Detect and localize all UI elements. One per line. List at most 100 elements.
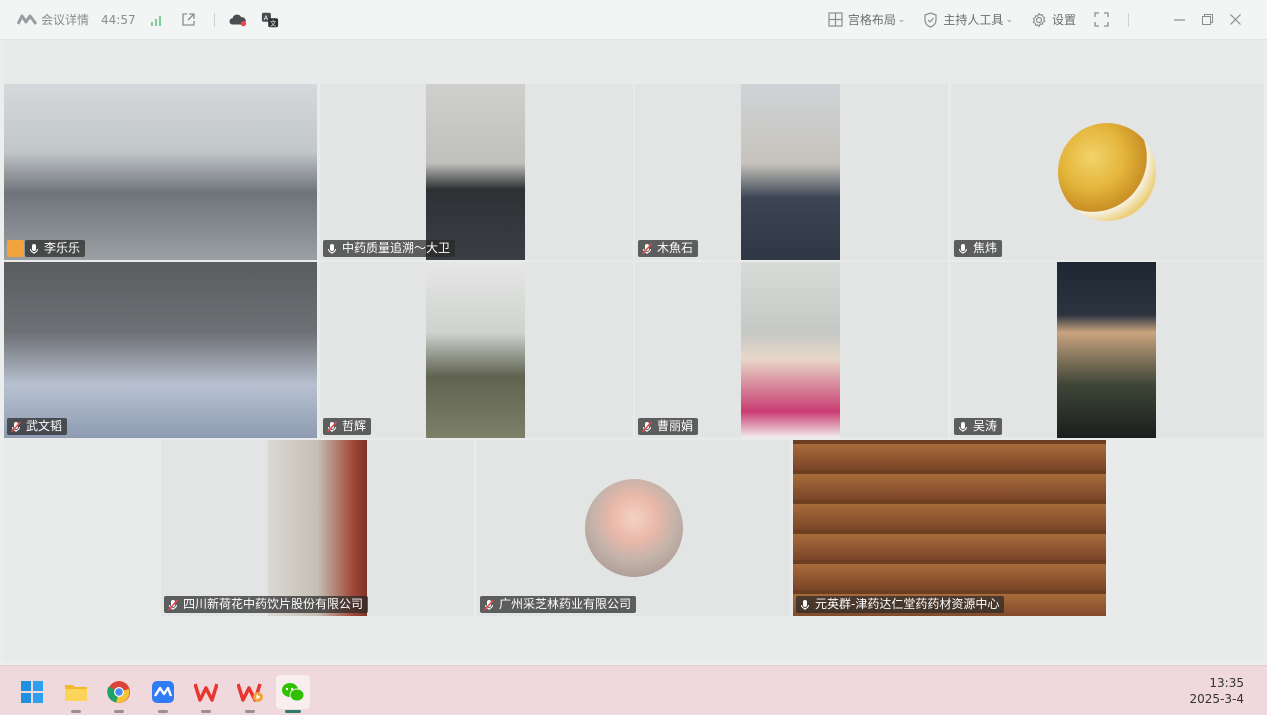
participant-name: 中药质量追溯～大卫 [342,241,451,255]
wps-icon [194,683,218,702]
chevron-down-icon: ⌄ [897,14,906,25]
meeting-timer: 44:57 [101,12,136,27]
start-button[interactable] [15,675,49,709]
participant-name: 四川新荷花中药饮片股份有限公司 [183,597,364,611]
participant-name: 木魚石 [657,241,694,255]
wps-video-icon [237,683,263,702]
conference-room-video [4,84,317,260]
tencent-meeting-button[interactable] [146,675,180,713]
participant-name: 广州采芝林药业有限公司 [499,597,632,611]
running-indicator [285,710,301,713]
participant-nametag: 木魚石 [638,240,699,257]
shield-check-icon [924,11,938,28]
participant-nametag: 吴涛 [954,418,1003,435]
participant-video [426,84,525,260]
participant-name: 元英群-津药达仁堂药药材资源中心 [815,597,1000,611]
participant-tile-zhehui[interactable]: 哲辉 [320,262,633,438]
grid-layout-icon [828,12,843,27]
divider [1128,12,1129,27]
share-external-icon[interactable] [180,11,198,29]
participant-video [741,84,840,260]
participant-video [4,262,317,438]
settings-label: 设置 [1051,13,1076,27]
participant-tile-lilele[interactable]: 李乐乐 [4,84,317,260]
fullscreen-icon [1094,12,1109,27]
wechat-button[interactable] [276,675,310,713]
host-tools-button[interactable]: 主持人工具 ⌄ [923,11,1013,28]
close-button[interactable] [1221,10,1249,30]
participant-nametag: 曹丽娟 [638,418,699,435]
participant-nametag: 武文韬 [7,418,68,435]
svg-text:文: 文 [270,18,277,27]
participant-tile-guangzhou-caizhilin[interactable]: 广州采芝林药业有限公司 [477,440,790,616]
transcription-icon[interactable]: A文 [261,11,279,29]
participant-nametag: 中药质量追溯～大卫 [323,240,456,257]
microphone-icon [30,243,38,254]
grid-layout-label: 宫格布局 [847,13,896,27]
minimize-button[interactable] [1165,10,1193,30]
microphone-icon [328,243,336,254]
restore-icon [1201,14,1213,25]
microphone-muted-icon [641,242,653,255]
wps-video-button[interactable] [233,675,267,713]
video-grid: 李乐乐 中药质量追溯～大卫 木魚石 焦炜 武文韬 哲辉 曹丽娟 吴涛 四川新荷花… [4,41,1264,661]
title-bar: 会议详情 44:57 A文 宫格布局 ⌄ 主持人工具 ⌄ 设置 [0,0,1267,40]
ginkgo-avatar [1058,123,1156,221]
participant-name: 哲辉 [342,419,367,433]
participant-name: 焦炜 [973,241,998,255]
participant-tile-caolijuan[interactable]: 曹丽娟 [635,262,948,438]
microphone-muted-icon [483,598,495,611]
participant-nametag: 焦炜 [954,240,1003,257]
chrome-icon [107,681,130,703]
system-clock[interactable]: 13:35 2025-3-4 [1190,675,1244,707]
folder-icon [65,685,87,701]
participant-tile-muyushi[interactable]: 木魚石 [635,84,948,260]
participant-tile-jiaowei[interactable]: 焦炜 [951,84,1264,260]
microphone-icon [959,421,967,432]
child-photo-avatar [585,479,683,577]
file-explorer-button[interactable] [59,675,93,713]
participant-tile-wuwentao[interactable]: 武文韬 [4,262,317,438]
participant-nametag: 广州采芝林药业有限公司 [480,596,637,613]
running-indicator [114,710,124,713]
participant-tile-wutao[interactable]: 吴涛 [951,262,1264,438]
participant-nametag: 元英群-津药达仁堂药药材资源中心 [796,596,1005,613]
participant-tile-dawei[interactable]: 中药质量追溯～大卫 [320,84,633,260]
signal-icon[interactable] [148,11,166,29]
wechat-icon [282,683,305,702]
participant-nametag: 四川新荷花中药饮片股份有限公司 [164,596,369,613]
gear-icon [1032,12,1046,27]
divider [213,12,215,27]
microphone-icon [801,599,809,610]
windows-taskbar: 13:35 2025-3-4 [0,665,1267,715]
minimize-icon [1173,19,1185,21]
microphone-muted-icon [10,420,22,433]
cloud-record-icon[interactable] [229,11,247,29]
running-indicator [158,710,168,713]
participant-tile-sichuan-xinhehua[interactable]: 四川新荷花中药饮片股份有限公司 [161,440,474,616]
clock-date: 2025-3-4 [1189,692,1244,706]
participant-nametag: 哲辉 [323,418,372,435]
windows-logo-icon [21,681,43,703]
wps-office-button[interactable] [189,675,223,713]
participant-name: 曹丽娟 [657,419,694,433]
meeting-info-link[interactable]: 会议详情 [41,11,89,28]
restore-button[interactable] [1193,10,1221,30]
svg-text:A: A [263,15,268,22]
running-indicator [201,710,211,713]
participant-nametag: 李乐乐 [25,240,86,257]
fullscreen-button[interactable] [1094,12,1114,27]
running-indicator [71,710,81,713]
grid-layout-button[interactable]: 宫格布局 ⌄ [828,11,906,28]
participant-video [741,262,840,438]
participant-name: 李乐乐 [44,241,81,255]
participant-name: 武文韬 [26,419,63,433]
participant-tile-yuanyingqun[interactable]: 元英群-津药达仁堂药药材资源中心 [793,440,1106,616]
chrome-button[interactable] [102,675,136,713]
participant-name: 吴涛 [973,419,998,433]
participant-video [268,440,367,616]
participant-video [426,262,525,438]
chevron-down-icon: ⌄ [1005,14,1013,25]
host-tools-label: 主持人工具 [943,13,1004,27]
settings-button[interactable]: 设置 [1031,11,1076,28]
